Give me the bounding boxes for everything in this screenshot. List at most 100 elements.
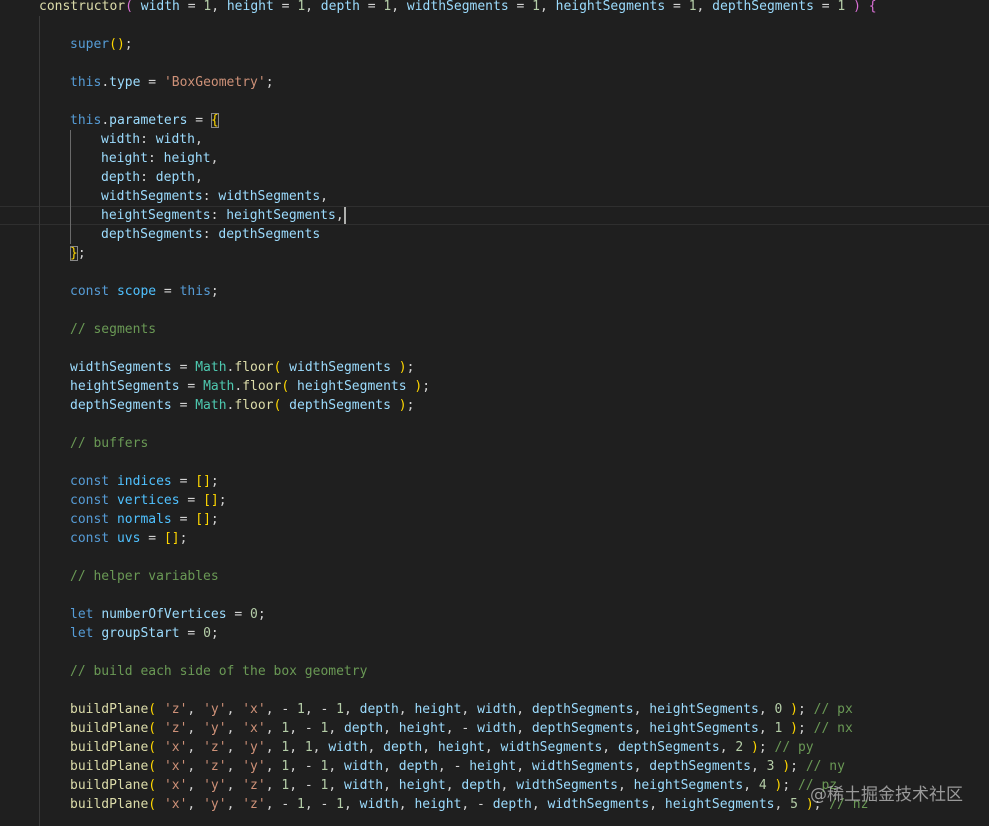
code-line[interactable] — [0, 586, 989, 605]
code-line[interactable] — [0, 339, 989, 358]
code-line[interactable]: // helper variables — [0, 567, 989, 586]
code-token: this — [179, 284, 211, 299]
code-line[interactable]: }; — [0, 244, 989, 263]
code-line[interactable]: widthSegments = Math.floor( widthSegment… — [0, 358, 989, 377]
code-line[interactable] — [0, 16, 989, 35]
code-line[interactable]: // segments — [0, 320, 989, 339]
code-line[interactable]: const scope = this; — [0, 282, 989, 301]
code-token: 'z' — [242, 778, 266, 793]
code-line-content: // build each side of the box geometry — [70, 662, 367, 681]
code-line[interactable]: let groupStart = 0; — [0, 624, 989, 643]
code-token: height — [226, 0, 274, 14]
code-token: , - — [289, 721, 321, 736]
code-token: ( — [148, 759, 157, 774]
code-token: buildPlane — [70, 702, 149, 717]
code-line[interactable] — [0, 415, 989, 434]
code-line-content: // segments — [70, 320, 156, 339]
code-token: ; — [218, 493, 227, 508]
code-line[interactable]: depthSegments = Math.floor( depthSegment… — [0, 396, 989, 415]
code-token: groupStart — [101, 626, 180, 641]
code-token: = — [187, 113, 211, 128]
code-line[interactable] — [0, 548, 989, 567]
code-token: depth — [383, 740, 423, 755]
code-token: , — [194, 132, 203, 147]
code-token: ; — [77, 246, 86, 261]
code-line[interactable]: const normals = []; — [0, 510, 989, 529]
code-line[interactable] — [0, 681, 989, 700]
code-line[interactable]: const vertices = []; — [0, 491, 989, 510]
code-line[interactable]: this.parameters = { — [0, 111, 989, 130]
code-line[interactable]: this.type = 'BoxGeometry'; — [0, 73, 989, 92]
code-line[interactable]: buildPlane( 'x', 'z', 'y', 1, - 1, width… — [0, 757, 989, 776]
code-line[interactable] — [0, 54, 989, 73]
code-token: depth — [155, 170, 195, 185]
code-line[interactable]: let numberOfVertices = 0; — [0, 605, 989, 624]
code-token: 0 — [250, 607, 258, 622]
code-token: depth — [320, 0, 360, 14]
code-token: depthSegments — [531, 702, 634, 717]
code-editor[interactable]: constructor( width = 1, height = 1, dept… — [0, 0, 989, 826]
code-token: , — [187, 797, 204, 812]
code-line[interactable] — [0, 301, 989, 320]
code-line-content: this.type = 'BoxGeometry'; — [70, 73, 274, 92]
code-token: depth — [461, 778, 501, 793]
code-token: buildPlane — [70, 797, 149, 812]
code-line[interactable]: buildPlane( 'z', 'y', 'x', 1, - 1, depth… — [0, 719, 989, 738]
code-token: Math — [195, 360, 227, 375]
code-token: heightSegments — [101, 208, 211, 223]
code-line[interactable]: super(); — [0, 35, 989, 54]
code-token: = — [140, 531, 164, 546]
code-line[interactable] — [0, 453, 989, 472]
code-token: , — [649, 797, 665, 812]
code-token: 'x' — [163, 759, 188, 774]
code-line[interactable]: heightSegments = Math.floor( heightSegme… — [0, 377, 989, 396]
code-line[interactable] — [0, 263, 989, 282]
code-token: ( — [148, 721, 157, 736]
code-line[interactable]: // build each side of the box geometry — [0, 662, 989, 681]
code-token: 4 — [758, 778, 767, 793]
code-line[interactable]: depth: depth, — [0, 168, 989, 187]
code-line[interactable]: width: width, — [0, 130, 989, 149]
code-token: , — [328, 721, 344, 736]
code-token: ; — [797, 721, 814, 736]
code-token: constructor — [39, 0, 126, 14]
code-token: buildPlane — [70, 778, 149, 793]
code-token: depthSegments — [531, 721, 634, 736]
code-line[interactable]: constructor( width = 1, height = 1, dept… — [0, 0, 989, 16]
code-token: ] — [210, 493, 219, 508]
code-line[interactable] — [0, 643, 989, 662]
code-token: ; — [257, 607, 266, 622]
code-token: , — [383, 778, 399, 793]
code-token: = — [813, 0, 838, 14]
code-token: widthSegments — [70, 360, 172, 375]
code-token: , — [187, 721, 204, 736]
code-token: floor — [234, 360, 274, 375]
code-line[interactable]: // buffers — [0, 434, 989, 453]
code-line[interactable]: const indices = []; — [0, 472, 989, 491]
code-line[interactable] — [0, 92, 989, 111]
code-token: , — [328, 759, 344, 774]
indent-guide — [70, 130, 71, 244]
code-line[interactable]: buildPlane( 'z', 'y', 'x', - 1, - 1, dep… — [0, 700, 989, 719]
code-line[interactable]: const uvs = []; — [0, 529, 989, 548]
code-token: 2 — [735, 740, 744, 755]
code-token: ] — [203, 474, 211, 489]
code-token: depth — [343, 721, 384, 736]
code-token: scope — [116, 284, 157, 299]
code-line[interactable]: depthSegments: depthSegments — [0, 225, 989, 244]
code-line[interactable]: buildPlane( 'x', 'z', 'y', 1, 1, width, … — [0, 738, 989, 757]
code-token: ( — [148, 702, 157, 717]
code-line[interactable]: heightSegments: heightSegments, — [0, 206, 989, 225]
code-token: ; — [422, 379, 431, 394]
code-line[interactable]: height: height, — [0, 149, 989, 168]
code-token: Math — [203, 379, 235, 394]
code-token: floor — [234, 398, 274, 413]
code-line[interactable]: widthSegments: widthSegments, — [0, 187, 989, 206]
code-line-content: const scope = this; — [70, 282, 219, 301]
code-token: = — [665, 0, 689, 14]
